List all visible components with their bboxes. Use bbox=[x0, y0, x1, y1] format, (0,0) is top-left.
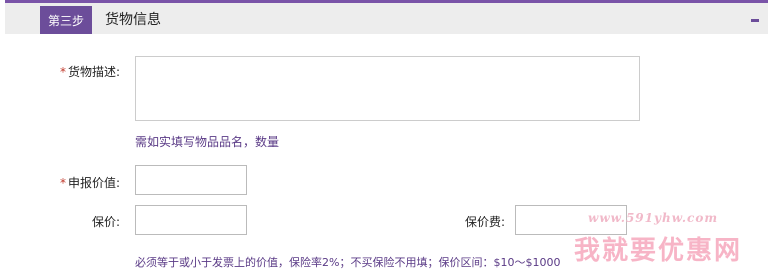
description-label: * 货物描述: bbox=[10, 63, 120, 80]
section-title: 货物信息 bbox=[105, 12, 161, 28]
description-label-text: 货物描述: bbox=[67, 65, 120, 79]
declared-value-label-text: 申报价值: bbox=[67, 176, 120, 190]
insured-value-label: 保价: bbox=[91, 215, 120, 229]
insurance-note: 必须等于或小于发票上的价值，保险率2%；不买保险不用填；保价区间：$10～$10… bbox=[135, 256, 561, 269]
declared-value-label: * 申报价值: bbox=[10, 174, 120, 191]
step-badge: 第三步 bbox=[40, 6, 92, 34]
watermark-logo-text: 我就要优惠网 bbox=[574, 236, 743, 266]
description-hint: 需如实填写物品品名，数量 bbox=[135, 135, 280, 149]
description-textarea[interactable] bbox=[135, 56, 640, 121]
declared-value-input[interactable] bbox=[135, 165, 247, 195]
required-mark: * bbox=[59, 65, 66, 79]
minus-icon[interactable] bbox=[751, 19, 759, 22]
insurance-fee-label: 保价费: bbox=[464, 215, 505, 229]
section-header: 第三步 货物信息 bbox=[5, 3, 768, 34]
required-mark: * bbox=[59, 176, 66, 190]
watermark-url: www.591yhw.com bbox=[588, 211, 719, 225]
insured-value-input[interactable] bbox=[135, 205, 247, 235]
